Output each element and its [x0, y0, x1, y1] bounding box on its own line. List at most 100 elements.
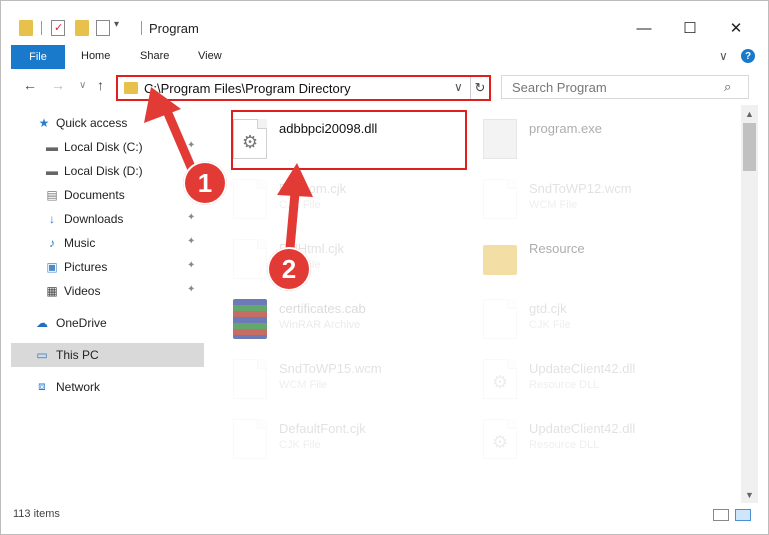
drive-icon: ▬: [46, 163, 58, 178]
sidebar-item-music[interactable]: ♪ Music ✦: [1, 231, 204, 255]
file-item-ftdhtml-cjk[interactable]: FtdHtml.cjk CJK File: [211, 233, 451, 285]
sidebar-item-local-disk-c[interactable]: ▬ Local Disk (C:) ✦: [1, 135, 204, 159]
sidebar-item-network[interactable]: ⧈ Network: [1, 375, 204, 399]
file-name: SndToWP15.wcm: [279, 361, 382, 376]
sidebar-item-quick-access[interactable]: ★ Quick access: [1, 111, 204, 135]
tab-view[interactable]: View: [198, 50, 222, 62]
address-path[interactable]: C:\Program Files\Program Directory: [144, 81, 351, 96]
new-folder-icon[interactable]: [75, 20, 89, 36]
document-icon: [233, 179, 267, 219]
recent-locations-button[interactable]: ∨: [79, 80, 86, 91]
vertical-scrollbar[interactable]: ▲ ▼: [741, 105, 758, 503]
file-name: DefaultFont.cjk: [279, 421, 366, 436]
file-item-gtd-cjk[interactable]: gtd.cjk CJK File: [461, 293, 701, 345]
large-icons-view-icon[interactable]: [735, 509, 751, 521]
minimize-button[interactable]: —: [621, 13, 667, 43]
star-icon: ★: [38, 115, 50, 130]
network-icon: ⧈: [38, 379, 46, 393]
documents-icon: ▤: [46, 187, 58, 202]
sidebar-item-onedrive[interactable]: ☁ OneDrive: [1, 311, 204, 335]
file-item-updateclient42-dll-2[interactable]: ⚙ UpdateClient42.dll Resource DLL: [461, 413, 701, 465]
sidebar-item-pictures[interactable]: ▣ Pictures ✦: [1, 255, 204, 279]
tab-share[interactable]: Share: [140, 50, 169, 62]
scroll-down-icon[interactable]: ▼: [741, 486, 758, 503]
file-list: ⚙ adbbpci20098.dll program.exe EraCom.cj…: [211, 105, 741, 503]
details-view-icon[interactable]: [713, 509, 729, 521]
sidebar-item-label: Network: [56, 380, 101, 394]
sidebar-item-this-pc[interactable]: ▭ This PC: [11, 343, 204, 367]
sidebar-item-local-disk-d[interactable]: ▬ Local Disk (D:): [1, 159, 204, 183]
step-2-badge: 2: [267, 247, 311, 291]
address-bar[interactable]: C:\Program Files\Program Directory ∨ ↻: [116, 75, 491, 101]
gear-icon: ⚙: [492, 372, 509, 392]
back-button[interactable]: ←: [23, 77, 37, 93]
scroll-thumb[interactable]: [743, 123, 756, 171]
help-icon[interactable]: ?: [741, 49, 755, 63]
expand-ribbon-icon[interactable]: ∨: [719, 49, 728, 63]
file-name: certificates.cab: [279, 301, 366, 316]
file-type: CJK File: [279, 439, 321, 451]
sidebar-item-label: Downloads: [64, 212, 124, 226]
title-bar: ✓ ▾ Program — ☐ ✕: [1, 1, 768, 45]
pin-icon[interactable]: ✦: [187, 260, 195, 271]
tab-home[interactable]: Home: [81, 50, 110, 62]
pin-icon[interactable]: ✦: [187, 212, 195, 223]
customize-icon[interactable]: [96, 20, 110, 36]
pin-icon[interactable]: ✦: [187, 284, 195, 295]
scroll-up-icon[interactable]: ▲: [741, 105, 758, 122]
dll-file-icon: ⚙: [483, 419, 517, 459]
exe-file-icon: [483, 119, 517, 159]
document-icon: [483, 299, 517, 339]
tab-file[interactable]: File: [11, 45, 65, 69]
document-icon: [483, 179, 517, 219]
search-box[interactable]: Search Program ⌕: [501, 75, 749, 99]
gear-icon: ⚙: [492, 432, 509, 452]
forward-button[interactable]: →: [51, 77, 65, 93]
status-bar: 113 items: [1, 503, 768, 527]
dll-file-icon: ⚙: [483, 359, 517, 399]
explorer-window: ✓ ▾ Program — ☐ ✕ File Home Share View ∨…: [0, 0, 769, 535]
refresh-icon[interactable]: ↻: [470, 77, 489, 99]
navigation-bar: ← → ∨ ↑ C:\Program Files\Program Directo…: [1, 69, 768, 105]
file-item-resource-folder[interactable]: Resource: [461, 233, 701, 285]
item-count: 113 items: [13, 508, 60, 520]
sidebar-item-label: Videos: [64, 284, 101, 298]
maximize-button[interactable]: ☐: [667, 13, 713, 43]
file-item-eracom-cjk[interactable]: EraCom.cjk CJK File: [211, 173, 451, 225]
sidebar-item-documents[interactable]: ▤ Documents ✦: [1, 183, 204, 207]
close-button[interactable]: ✕: [713, 13, 759, 43]
computer-icon: ▭: [36, 347, 48, 362]
file-name: UpdateClient42.dll: [529, 361, 636, 376]
winrar-archive-icon: [233, 299, 267, 339]
sidebar-item-label: OneDrive: [56, 316, 107, 330]
chevron-down-icon[interactable]: ∨: [454, 80, 463, 94]
sidebar-item-label: Quick access: [56, 116, 128, 130]
ribbon: File Home Share View ∨: [1, 45, 768, 69]
search-input[interactable]: Search Program: [512, 80, 607, 95]
file-item-defaultfont-cjk[interactable]: DefaultFont.cjk CJK File: [211, 413, 451, 465]
file-item-sndtowp15-wcm[interactable]: SndToWP15.wcm WCM File: [211, 353, 451, 405]
sidebar-item-videos[interactable]: ▦ Videos ✦: [1, 279, 204, 303]
drive-icon: ▬: [46, 139, 58, 154]
sidebar-item-label: Music: [64, 236, 96, 250]
up-button[interactable]: ↑: [97, 77, 104, 93]
file-item-program-exe[interactable]: program.exe: [461, 113, 701, 165]
sidebar-item-downloads[interactable]: ↓ Downloads ✦: [1, 207, 204, 231]
file-type: Resource DLL: [529, 439, 600, 451]
file-item-certificates-cab[interactable]: certificates.cab WinRAR Archive: [211, 293, 451, 345]
pin-icon[interactable]: ✦: [187, 236, 195, 247]
file-name: gtd.cjk: [529, 301, 567, 316]
chevron-down-icon[interactable]: ▾: [114, 19, 119, 30]
videos-icon: ▦: [46, 283, 58, 298]
properties-icon[interactable]: ✓: [51, 20, 65, 36]
file-item-updateclient42-dll[interactable]: ⚙ UpdateClient42.dll Resource DLL: [461, 353, 701, 405]
document-icon: [233, 419, 267, 459]
download-icon: ↓: [49, 211, 55, 226]
file-item-sndtowp12-wcm[interactable]: SndToWP12.wcm WCM File: [461, 173, 701, 225]
sidebar-item-label: This PC: [56, 348, 99, 362]
pin-icon[interactable]: ✦: [187, 140, 195, 151]
sidebar-item-label: Local Disk (D:): [64, 164, 143, 178]
sidebar-item-label: Local Disk (C:): [64, 140, 143, 154]
file-type: WCM File: [279, 379, 328, 391]
search-icon[interactable]: ⌕: [724, 79, 731, 95]
